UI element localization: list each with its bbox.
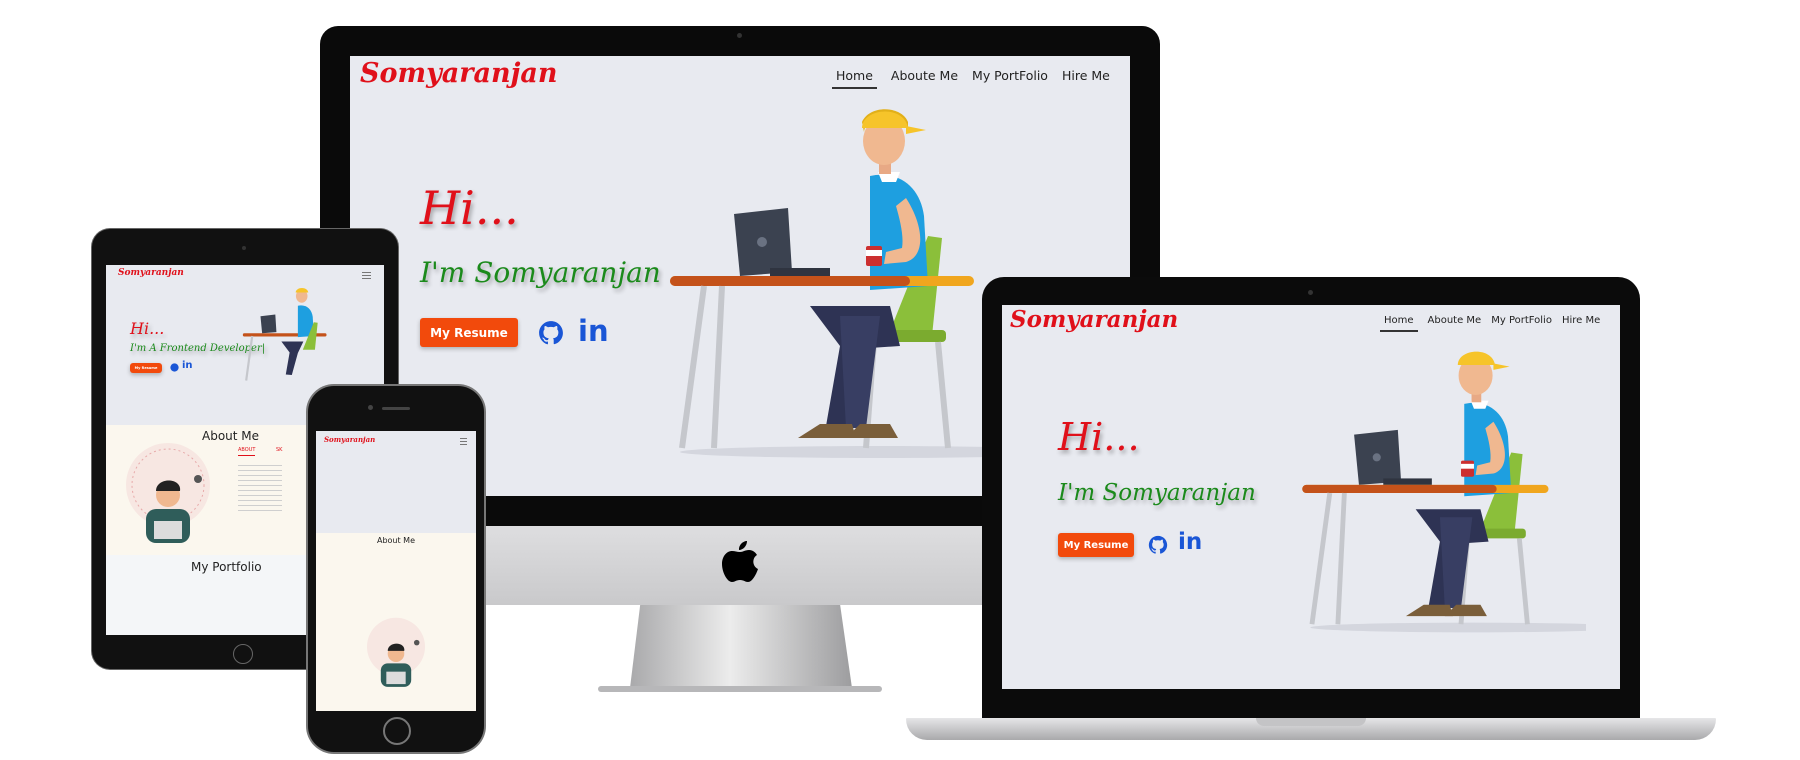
laptop-github-icon[interactable]: [1148, 535, 1168, 555]
laptop-screen: Somyaranjan Home Aboute Me My PortFolio …: [1002, 305, 1620, 689]
laptop-notch: [1256, 718, 1366, 726]
laptop-nav-about[interactable]: Aboute Me: [1428, 315, 1482, 332]
laptop-hero-greeting: Hi...: [1058, 415, 1140, 459]
laptop-main-nav: Home Aboute Me My PortFolio Hire Me: [1380, 315, 1600, 332]
laptop-nav-home[interactable]: Home: [1380, 315, 1418, 332]
laptop-developer-illustration: [1302, 351, 1586, 633]
laptop-device: Somyaranjan Home Aboute Me My PortFolio …: [0, 0, 1800, 760]
laptop-hero-intro: I'm Somyaranjan: [1058, 480, 1256, 506]
laptop-nav-hire[interactable]: Hire Me: [1562, 315, 1600, 332]
laptop-resume-button[interactable]: My Resume: [1058, 533, 1134, 557]
laptop-camera: [1308, 290, 1313, 295]
laptop-brand-logo[interactable]: Somyaranjan: [1010, 306, 1178, 333]
laptop-nav-portfolio[interactable]: My PortFolio: [1491, 315, 1552, 332]
laptop-linkedin-icon[interactable]: in: [1178, 529, 1202, 555]
